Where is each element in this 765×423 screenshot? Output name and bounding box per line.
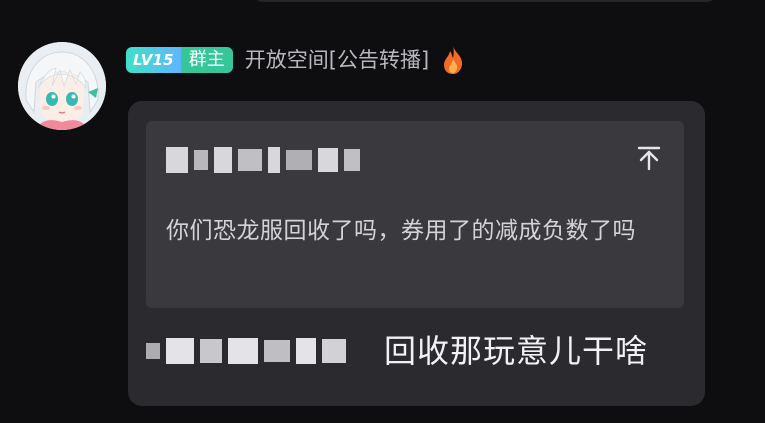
quoted-message-text: 你们恐龙服回收了吗，券用了的减成负数了吗	[166, 218, 636, 244]
message-bubble[interactable]: 你们恐龙服回收了吗，券用了的减成负数了吗 回收那玩意儿干啥	[128, 101, 705, 406]
fire-icon	[441, 45, 465, 75]
role-badge: 群主	[180, 47, 233, 73]
anime-avatar-icon[interactable]	[18, 42, 106, 130]
quoted-message-card[interactable]: 你们恐龙服回收了吗，券用了的减成负数了吗	[146, 121, 684, 308]
collapse-up-icon[interactable]	[634, 143, 664, 173]
previous-message-bubble	[250, 0, 720, 2]
message-header: LV15 群主 开放空间[公告转播]	[126, 44, 465, 76]
quoted-author-redacted	[166, 139, 416, 181]
reply-message-text: 回收那玩意儿干啥	[384, 332, 649, 370]
sender-nickname[interactable]: 开放空间[公告转播]	[245, 44, 429, 76]
reply-row: 回收那玩意儿干啥	[146, 323, 648, 379]
mention-redacted	[146, 331, 378, 371]
level-badge: LV15	[126, 47, 181, 73]
